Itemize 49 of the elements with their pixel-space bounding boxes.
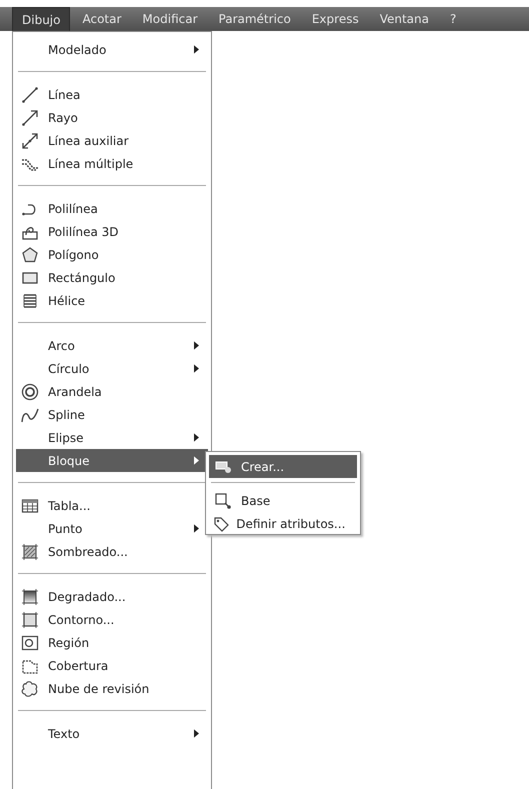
menu-item[interactable]: Polilínea 3D xyxy=(16,220,208,243)
menu-bar-item[interactable]: ? xyxy=(441,7,466,31)
region-icon xyxy=(21,634,39,652)
menu-item[interactable]: Spline xyxy=(16,403,208,426)
menu-item[interactable]: Modelado xyxy=(16,38,208,61)
pentagon-icon xyxy=(21,246,39,264)
menu-item[interactable]: Texto xyxy=(16,722,208,745)
ring-icon xyxy=(21,382,39,400)
menu-item[interactable]: Arandela xyxy=(16,380,208,403)
menu-item[interactable]: Elipse xyxy=(16,426,208,449)
gradient-icon xyxy=(21,588,39,606)
menu-item[interactable]: Punto xyxy=(16,517,208,540)
menu-bar-item[interactable]: Express xyxy=(302,7,368,31)
menu-item[interactable]: Arco xyxy=(16,334,208,357)
menu-item[interactable]: Base xyxy=(209,489,357,512)
menu-bar-item[interactable]: Ventana xyxy=(370,7,438,31)
line-icon xyxy=(21,86,39,104)
helix-icon xyxy=(21,292,39,310)
menu-item[interactable]: Línea xyxy=(16,83,208,106)
menu-item[interactable]: Rectángulo xyxy=(16,266,208,289)
double-arrow-line-icon xyxy=(21,132,39,150)
menu-item[interactable]: Polígono xyxy=(16,243,208,266)
menu-bar-item[interactable]: Modificar xyxy=(133,7,207,31)
base-point-icon xyxy=(214,492,232,510)
boundary-icon xyxy=(21,610,39,628)
menu-item[interactable]: Contorno... xyxy=(16,608,208,631)
menu-item[interactable]: Nube de revisión xyxy=(16,677,208,700)
menu-item[interactable]: Bloque xyxy=(16,449,208,472)
menu-item[interactable]: Sombreado... xyxy=(16,540,208,563)
table-icon xyxy=(21,496,39,514)
menu-item[interactable]: Línea múltiple xyxy=(16,152,208,175)
menu-item[interactable]: Cobertura xyxy=(16,654,208,677)
menu-bar-item[interactable]: Paramétrico xyxy=(210,7,300,31)
menu-bar-item[interactable]: Acotar xyxy=(73,7,130,31)
cloud-icon xyxy=(21,680,39,698)
menu-item[interactable]: Línea auxiliar xyxy=(16,129,208,152)
menu-item[interactable]: Crear... xyxy=(209,455,357,478)
menu-item[interactable]: Hélice xyxy=(16,289,208,312)
menu-item[interactable]: Rayo xyxy=(16,106,208,129)
ray-icon xyxy=(21,108,39,126)
menu-item[interactable]: Degradado... xyxy=(16,585,208,608)
menu-item[interactable]: Círculo xyxy=(16,357,208,380)
menu-item[interactable]: Región xyxy=(16,631,208,654)
tag-icon xyxy=(212,514,230,532)
menu-item[interactable]: Tabla... xyxy=(16,494,208,517)
hatch-icon xyxy=(21,542,39,560)
menu-bar-item[interactable]: Dibujo xyxy=(12,7,70,31)
menu-item[interactable]: Definir atributos... xyxy=(209,512,357,535)
menu-item[interactable]: Polilínea xyxy=(16,197,208,220)
